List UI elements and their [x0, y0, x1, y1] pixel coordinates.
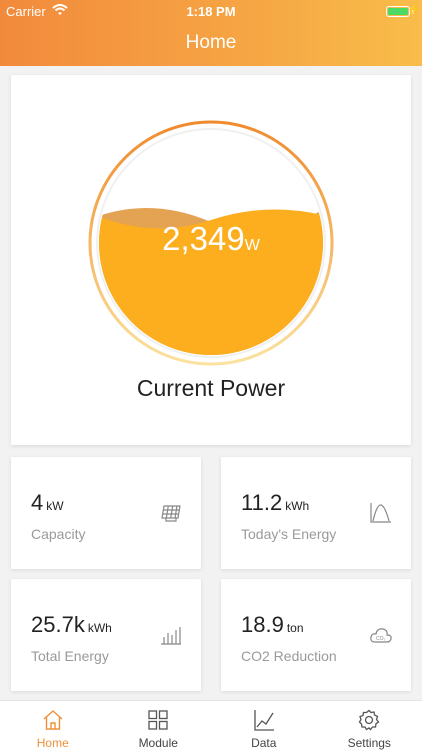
tab-label: Data — [251, 736, 277, 750]
tab-data[interactable]: Data — [211, 701, 317, 750]
stat-value: 25.7k kWh — [31, 612, 112, 637]
stat-value: 11.2 kWh — [241, 490, 310, 515]
home-icon — [43, 710, 63, 730]
stat-card-todays-energy: 11.2 kWh Today's Energy — [221, 457, 411, 569]
svg-text:CO₂: CO₂ — [376, 636, 386, 642]
stat-label: CO2 Reduction — [241, 648, 337, 664]
tab-settings[interactable]: Settings — [317, 701, 422, 750]
current-power-card: 2,349W Current Power — [11, 75, 411, 445]
tab-home[interactable]: Home — [0, 701, 106, 750]
charging-icon: ⚡ — [407, 4, 421, 16]
stat-value: 18.9 ton — [241, 612, 304, 637]
tab-bar: Home Module Data Settings — [0, 700, 422, 750]
line-chart-icon — [254, 710, 274, 731]
current-power-label: Current Power — [136, 375, 286, 401]
stat-label: Today's Energy — [241, 526, 337, 542]
curve-icon — [370, 503, 391, 523]
status-bar: Carrier 1:18 PM ⚡ — [0, 0, 422, 22]
stat-label: Capacity — [31, 526, 86, 542]
stat-label: Total Energy — [31, 648, 109, 664]
clock: 1:18 PM — [186, 4, 236, 19]
solar-panel-icon — [161, 505, 181, 522]
header-bar: Carrier 1:18 PM ⚡ Home — [0, 0, 422, 66]
gear-icon — [358, 709, 380, 731]
stat-card-total-energy: 25.7k kWh Total Energy — [11, 579, 201, 691]
stat-card-co2-reduction: 18.9 ton CO2 Reduction CO₂ — [221, 579, 411, 691]
current-power-value: 2,349W — [162, 220, 260, 257]
tab-label: Module — [138, 736, 178, 750]
tab-label: Home — [36, 736, 69, 750]
stat-value: 4 kW — [31, 490, 64, 515]
tab-label: Settings — [347, 736, 391, 750]
bar-chart-icon — [161, 627, 181, 645]
co2-cloud-icon: CO₂ — [370, 628, 392, 643]
grid-icon — [148, 710, 168, 730]
tab-module[interactable]: Module — [106, 701, 212, 750]
page-title: Home — [185, 32, 237, 53]
stat-card-capacity: 4 kW Capacity — [11, 457, 201, 569]
